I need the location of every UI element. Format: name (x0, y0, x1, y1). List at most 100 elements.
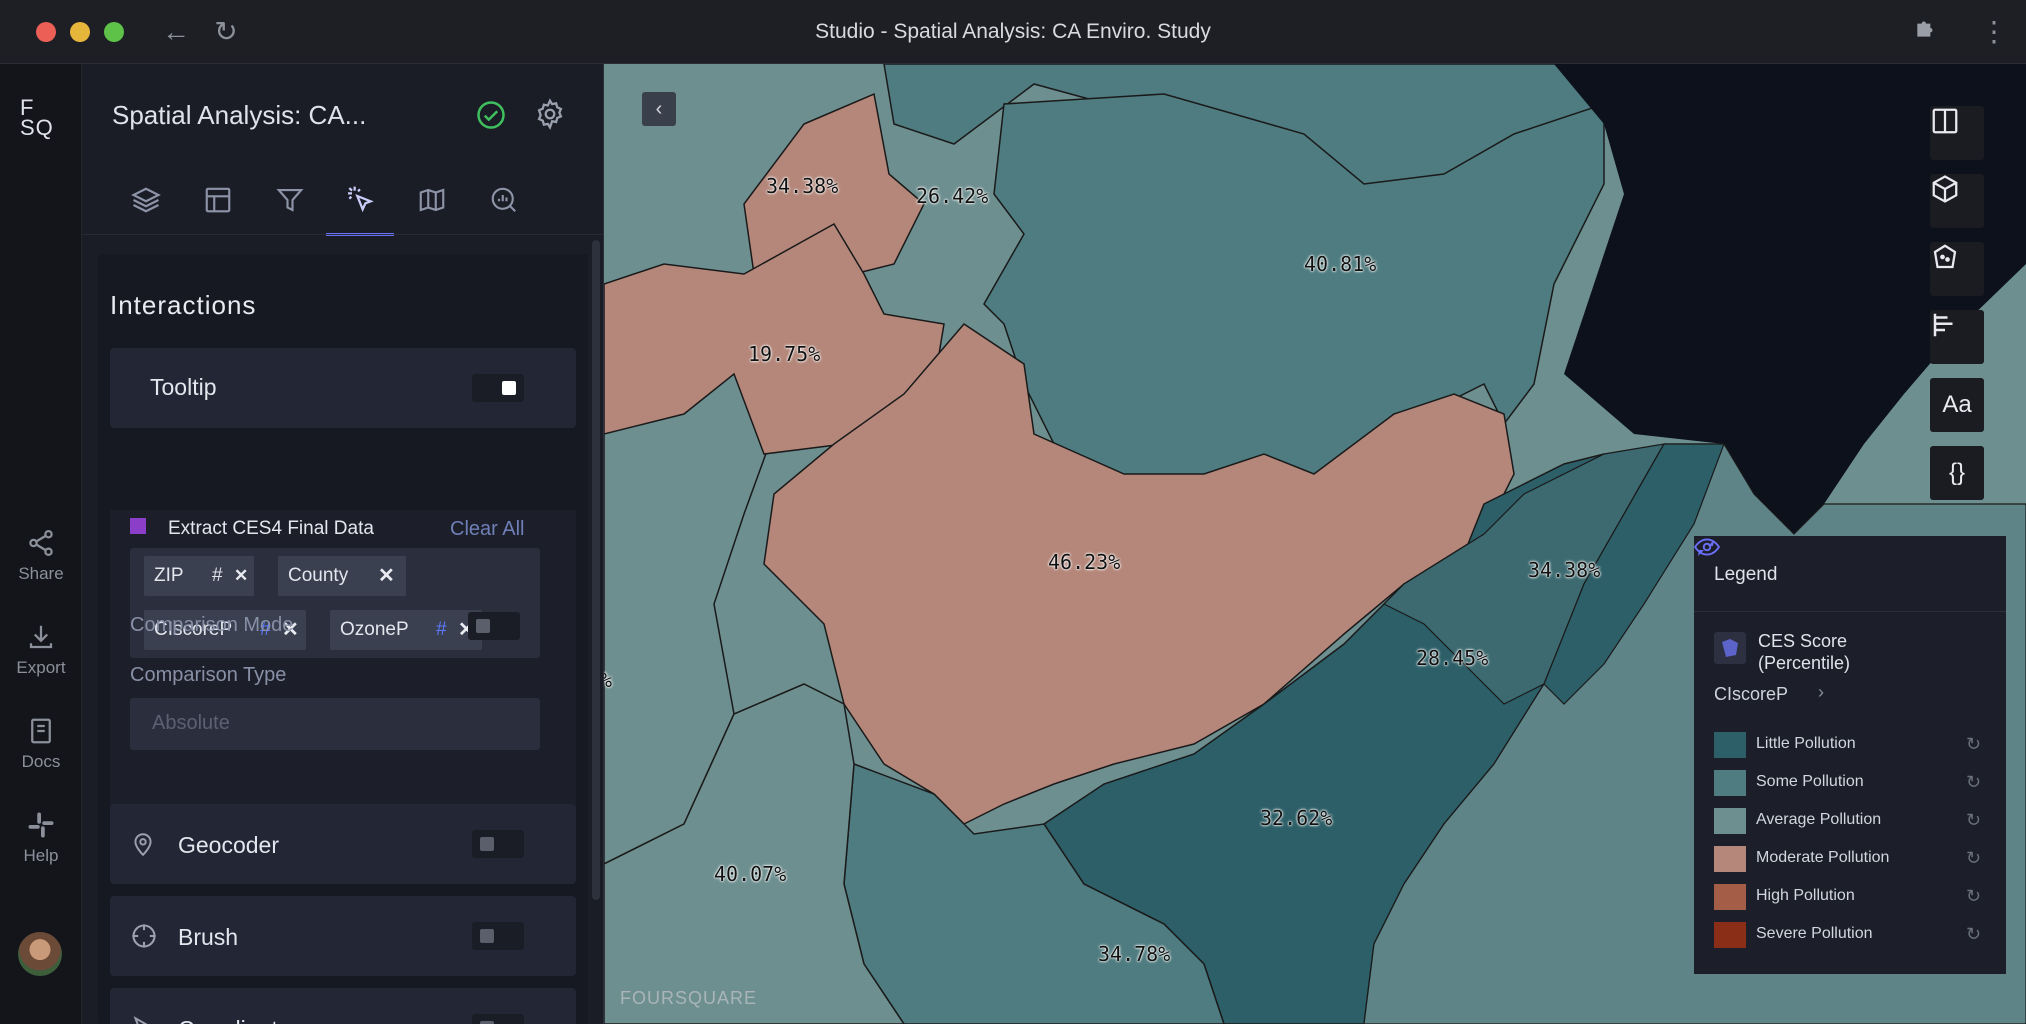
comparison-mode-label: Comparison Mode (130, 614, 294, 636)
field-chip-county[interactable]: County ✕ (278, 556, 406, 596)
export-button[interactable]: Export (0, 622, 82, 678)
reset-icon[interactable]: ↻ (1966, 848, 1981, 869)
section-title: Interactions (110, 290, 257, 320)
extension-puzzle-icon[interactable] (1908, 14, 1944, 50)
geocoder-card[interactable]: Geocoder (110, 804, 576, 884)
field-chip-zip[interactable]: ZIP # ✕ (144, 556, 254, 596)
field-chip-label: ZIP (154, 565, 184, 586)
legend-color-field[interactable]: CIscoreP (1714, 684, 1788, 705)
filter-icon (276, 188, 304, 212)
legend-header: Legend (1694, 536, 2006, 612)
geocoder-toggle[interactable] (472, 830, 524, 858)
map-value-label: % (604, 668, 612, 692)
cursor-click-icon (348, 186, 374, 213)
share-button[interactable]: Share (0, 528, 82, 584)
legend-item-label: Moderate Pollution (1756, 849, 1890, 866)
legend-item: High Pollution ↻ (1714, 884, 1994, 910)
split-map-icon (1932, 108, 1958, 134)
collapse-panel-button[interactable]: ‹ (642, 92, 676, 126)
comparison-type-select[interactable]: Absolute (130, 698, 540, 750)
tooltip-fields[interactable]: ZIP # ✕ County ✕ CIscoreP # ✕ OzoneP # ✕ (130, 548, 540, 658)
tab-layers[interactable] (112, 172, 180, 228)
legend-item: Average Pollution ↻ (1714, 808, 1994, 834)
tooltip-toggle[interactable] (472, 374, 524, 402)
slack-icon (28, 812, 54, 838)
legend-item-label: Severe Pollution (1756, 925, 1873, 942)
clear-all-button[interactable]: Clear All (450, 518, 524, 541)
book-icon (31, 718, 51, 744)
map-pin-icon (134, 833, 152, 857)
draw-polygon-button[interactable] (1930, 242, 1984, 296)
tooltip-card[interactable]: Tooltip (110, 348, 576, 428)
saved-check-icon (476, 100, 506, 135)
map-value-label: 32.62% (1260, 806, 1333, 830)
map-value-label: 26.42% (916, 184, 989, 208)
map-icon (419, 188, 445, 212)
legend-item-label: Average Pollution (1756, 811, 1882, 828)
3d-cube-icon (1932, 175, 1958, 203)
comparison-mode-toggle[interactable] (468, 612, 520, 640)
reset-icon[interactable]: ↻ (1966, 810, 1981, 831)
help-button[interactable]: Help (0, 810, 82, 866)
text-aa-icon: Aa (1942, 391, 1972, 418)
map-value-label: 40.81% (1304, 252, 1377, 276)
map-value-label: 19.75% (748, 342, 821, 366)
field-chip-label: County (288, 565, 349, 586)
split-map-button[interactable] (1930, 106, 1984, 160)
map-value-label: 46.23% (1048, 550, 1121, 574)
table-icon (205, 187, 231, 213)
coordinates-toggle[interactable] (472, 1014, 524, 1024)
reset-icon[interactable]: ↻ (1966, 924, 1981, 945)
side-panel: Spatial Analysis: CA... Interactions Too… (82, 64, 604, 1024)
brush-toggle[interactable] (472, 922, 524, 950)
reset-icon[interactable]: ↻ (1966, 886, 1981, 907)
reset-icon[interactable]: ↻ (1966, 734, 1981, 755)
cursor-arrow-icon (133, 1016, 148, 1024)
coordinates-card[interactable]: Coordinates (110, 988, 576, 1024)
draw-polygon-icon (1933, 244, 1957, 269)
brush-label: Brush (178, 924, 239, 950)
project-title[interactable]: Spatial Analysis: CA... (112, 100, 366, 131)
field-chip-ozonep[interactable]: OzoneP # ✕ (330, 610, 482, 650)
legend-item: Moderate Pollution ↻ (1714, 846, 1994, 872)
legend-item: Severe Pollution ↻ (1714, 922, 1994, 948)
user-avatar[interactable] (18, 932, 62, 976)
foursquare-watermark: FOURSQUARE (620, 988, 758, 1008)
foursquare-logo: F SQ (20, 95, 54, 140)
remove-field-icon[interactable]: ✕ (234, 556, 248, 596)
json-config-button[interactable]: {} (1930, 446, 1984, 500)
map-value-label: 34.38% (1528, 558, 1601, 582)
tab-filters[interactable] (256, 172, 324, 228)
polygon-layer-icon (1714, 632, 1746, 664)
legend-swatch (1714, 732, 1746, 758)
3d-view-button[interactable] (1930, 174, 1984, 228)
legend-item-label: Little Pollution (1756, 735, 1856, 752)
comparison-type-label: Comparison Type (130, 664, 287, 686)
tabs-divider (82, 234, 604, 235)
comparison-type-value: Absolute (152, 712, 230, 734)
map-labels-button[interactable]: Aa (1930, 378, 1984, 432)
analysis-search-icon (491, 187, 517, 213)
legend-swatch (1714, 846, 1746, 872)
panel-scrollbar[interactable] (592, 240, 600, 900)
more-vertical-icon[interactable]: ⋮ (1976, 14, 2012, 50)
remove-field-icon[interactable]: ✕ (378, 556, 395, 596)
share-icon (29, 530, 53, 556)
tab-analysis[interactable] (470, 172, 538, 228)
settings-gear-icon[interactable] (534, 98, 566, 135)
download-icon (29, 625, 53, 649)
reset-icon[interactable]: ↻ (1966, 772, 1981, 793)
brush-card[interactable]: Brush (110, 896, 576, 976)
tab-interactions[interactable] (326, 172, 394, 236)
legend-toggle-button[interactable] (1930, 310, 1984, 364)
crosshair-icon (132, 924, 156, 948)
layers-icon (131, 187, 161, 213)
map-canvas[interactable]: ‹ 34.38% 26.42% 40.81% 19.75% 46.23% 34.… (604, 64, 2026, 1024)
eye-icon[interactable] (1694, 536, 1720, 558)
tab-basemap[interactable] (398, 172, 466, 228)
docs-button[interactable]: Docs (0, 716, 82, 772)
tab-table[interactable] (184, 172, 252, 228)
chevron-right-icon[interactable]: › (1818, 682, 1824, 703)
help-label: Help (23, 846, 59, 865)
legend-swatch (1714, 884, 1746, 910)
